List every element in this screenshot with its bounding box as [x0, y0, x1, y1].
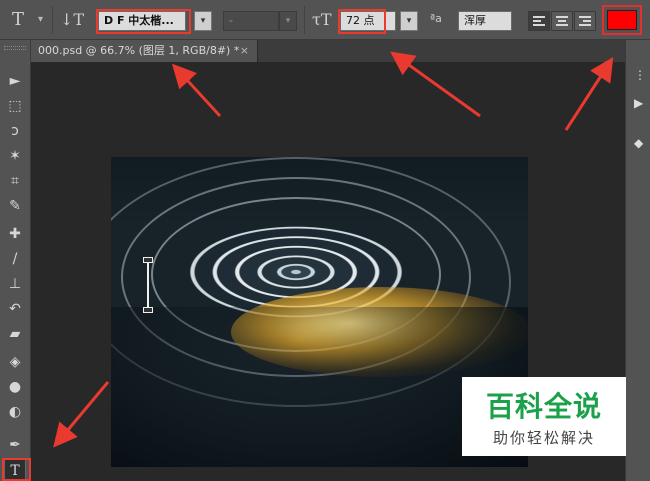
panel-grip-icon[interactable]: ⋮: [634, 68, 648, 82]
font-size-chevron-down-icon[interactable]: ▾: [400, 11, 418, 31]
history-brush-tool-icon[interactable]: ↶: [4, 298, 26, 320]
right-panel-strip: ⋮ ▶ ◆: [625, 40, 650, 481]
clone-stamp-tool-icon[interactable]: ⊥: [4, 273, 26, 295]
watermark-subtitle: 助你轻松解决: [492, 429, 595, 447]
text-color-fill: [607, 10, 637, 30]
font-family-select[interactable]: D F 中太楷...: [98, 11, 186, 31]
magic-wand-tool-icon[interactable]: ✶: [4, 145, 26, 167]
text-color-swatch[interactable]: [602, 5, 642, 35]
healing-brush-tool-icon[interactable]: ✚: [4, 223, 26, 245]
divider: [304, 6, 305, 34]
tools-panel: ► ⬚ ↄ ✶ ⌗ ✎ ✚ / ⊥ ↶ ▰ ◈ ● ◐ ✒ T: [0, 40, 31, 481]
text-insertion-cursor-icon: [143, 257, 153, 313]
dodge-tool-icon[interactable]: ◐: [4, 401, 26, 423]
eyedropper-tool-icon[interactable]: ✎: [4, 195, 26, 217]
document-tab-title: 000.psd @ 66.7% (图层 1, RGB/8#) *: [38, 44, 240, 57]
anti-alias-icon: ªa: [430, 12, 442, 25]
options-bar: T ▾ ↓T D F 中太楷... ▾ - ▾ τT 72 点 ▾ ªa 浑厚: [0, 0, 650, 40]
type-tool-icon[interactable]: T: [4, 459, 26, 481]
eraser-tool-icon[interactable]: ▰: [4, 323, 26, 345]
blur-tool-icon[interactable]: ●: [4, 376, 26, 398]
pen-tool-icon[interactable]: ✒: [4, 434, 26, 456]
brush-tool-icon[interactable]: /: [4, 248, 26, 270]
panel-grip[interactable]: [4, 46, 26, 50]
watermark-title: 百科全说: [485, 390, 602, 423]
font-style-chevron-down-icon[interactable]: ▾: [279, 11, 297, 31]
font-style-select[interactable]: -: [223, 11, 279, 31]
align-right-button[interactable]: [574, 11, 596, 31]
play-icon[interactable]: ▶: [634, 96, 648, 110]
text-orientation-toggle-icon[interactable]: ↓T: [60, 10, 84, 30]
crop-tool-icon[interactable]: ⌗: [4, 170, 26, 192]
site-watermark: 百科全说 助你轻松解决: [462, 377, 626, 456]
layers-panel-icon[interactable]: ◆: [634, 136, 648, 150]
font-size-icon: τT: [312, 10, 332, 29]
paint-bucket-tool-icon[interactable]: ◈: [4, 351, 26, 373]
lasso-tool-icon[interactable]: ↄ: [4, 120, 26, 142]
font-family-chevron-down-icon[interactable]: ▾: [194, 11, 212, 31]
tool-preset-chevron-down-icon[interactable]: ▾: [38, 14, 43, 25]
font-size-field[interactable]: 72 点: [340, 11, 396, 31]
document-tab[interactable]: 000.psd @ 66.7% (图层 1, RGB/8#) * ×: [31, 40, 258, 62]
anti-alias-select[interactable]: 浑厚: [458, 11, 512, 31]
align-left-button[interactable]: [528, 11, 550, 31]
close-icon[interactable]: ×: [240, 40, 249, 62]
move-tool-icon[interactable]: ►: [4, 70, 26, 92]
horizontal-type-tool-icon[interactable]: T: [12, 10, 32, 30]
align-center-button[interactable]: [551, 11, 573, 31]
divider: [52, 6, 53, 34]
marquee-tool-icon[interactable]: ⬚: [4, 95, 26, 117]
